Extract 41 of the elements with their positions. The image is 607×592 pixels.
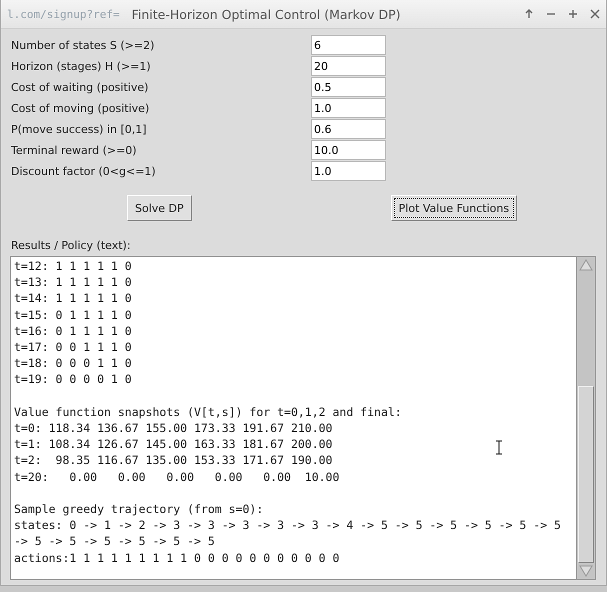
input-field[interactable]: 1.0 [311,161,386,181]
output-line: t=13: 1 1 1 1 1 0 [14,274,132,290]
input-field[interactable]: 10.0 [311,140,386,160]
maximize-icon[interactable] [568,9,578,19]
input-field[interactable]: 6 [311,35,386,55]
results-text-area[interactable] [11,257,576,579]
field-label: Cost of waiting (positive) [11,80,150,94]
field-label: Horizon (stages) H (>=1) [11,60,152,72]
output-line: Value function snapshots (V[t,s]) for t=0,1,2 and final: [14,404,402,420]
output-line: -> 5 -> 5 -> 5 -> 5 -> 5 -> 5 [14,533,215,550]
output-line: t=0: 118.34 136.67 155.00 173.33 191.67 210.00 [14,420,332,436]
close-icon[interactable] [590,9,600,19]
text-cursor-icon [495,440,503,455]
field-label: Discount factor (0<g<=1) [11,164,157,178]
output-line: t=20: 0.00 0.00 0.00 0.00 0.00 10.00 [14,468,340,485]
solve-button[interactable]: Solve DP [127,195,192,221]
output-line: t=19: 0 0 0 0 1 0 [14,371,132,388]
up-arrow-icon[interactable] [524,9,534,19]
field-label: Terminal reward (>=0) [11,144,138,156]
field-label: P(move success) in [0,1] [11,122,148,136]
field-label: Cost of moving (positive) [11,102,150,114]
output-line: t=16: 0 1 1 1 1 0 [14,322,132,340]
output-line: states: 0 -> 1 -> 2 -> 3 -> 3 -> 3 -> 3 -> 3 -> 4 -> 5 -> 5 -> 5 -> 5 -> 5 -> 5 [14,517,561,534]
output-line: t=1: 108.34 126.67 145.00 163.33 181.67 200.00 [14,436,332,452]
plot-button[interactable]: Plot Value Functions [390,195,518,221]
output-line: actions:1 1 1 1 1 1 1 1 1 0 0 0 0 0 0 0 0 0 0 0 [14,550,340,566]
output-line: t=18: 0 0 0 1 1 0 [14,355,132,372]
background-text: l.com/signup?ref= [7,8,120,20]
output-line: Sample greedy trajectory (from s=0): [14,501,264,518]
input-field[interactable]: 0.6 [311,119,386,139]
output-line: t=14: 1 1 1 1 1 0 [14,290,132,307]
input-field[interactable]: 20 [311,56,386,76]
output-line: t=2: 98.35 116.67 135.00 153.33 171.67 190.00 [14,452,332,469]
window-title: Finite-Horizon Optimal Control (Markov DP) [132,6,401,22]
output-line: t=15: 0 1 1 1 1 0 [14,306,132,323]
output-line: t=12: 1 1 1 1 1 0 [14,258,132,274]
input-field[interactable]: 0.5 [311,77,386,97]
output-line: t=17: 0 0 1 1 1 0 [14,339,132,356]
input-field[interactable]: 1.0 [311,98,386,118]
field-label: Number of states S (>=2) [11,38,156,52]
results-label: Results / Policy (text): [11,239,132,252]
